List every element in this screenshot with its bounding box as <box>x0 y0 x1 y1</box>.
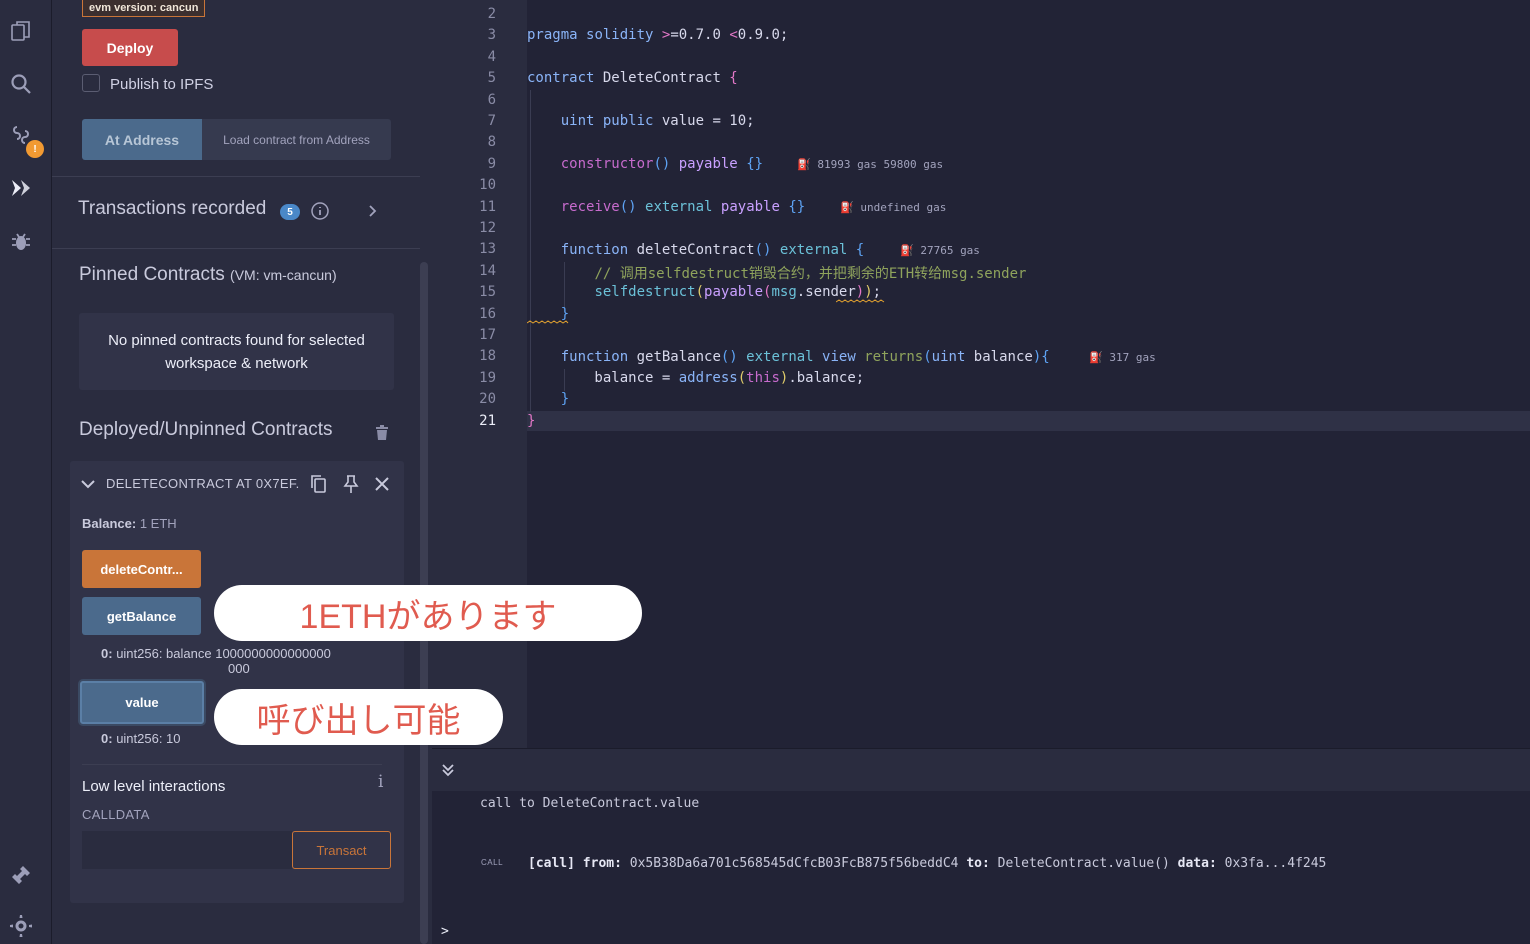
code-line-3: pragma solidity >=0.7.0 <0.9.0; <box>527 27 789 43</box>
line-number: 14 <box>479 262 496 279</box>
pin-icon[interactable] <box>341 474 361 494</box>
terminal-call-entry[interactable]: [call] from: 0x5B38Da6a701c568545dCfcB03… <box>528 856 1326 871</box>
code-line-14: // 调用selfdestruct销毁合约，并把剩余的ETH转给msg.send… <box>594 266 1027 282</box>
line-number: 15 <box>479 284 496 301</box>
code-line-5: contract DeleteContract { <box>527 70 738 86</box>
line-number: 5 <box>487 70 496 87</box>
debugger-icon[interactable] <box>8 228 34 254</box>
close-icon[interactable] <box>374 476 390 492</box>
get-balance-result: 0: uint256: balance 1000000000000000 <box>101 646 331 661</box>
pinned-empty-message: No pinned contracts found for selected w… <box>79 313 394 390</box>
at-address-button[interactable]: At Address <box>82 119 202 160</box>
divider <box>82 764 382 765</box>
deploy-run-icon[interactable] <box>8 175 34 201</box>
get-balance-result-cont: 000 <box>228 661 250 676</box>
info-icon[interactable]: i <box>378 772 383 792</box>
line-number: 3 <box>487 27 496 44</box>
code-line-18: function getBalance() external view retu… <box>560 349 1050 365</box>
line-number: 9 <box>487 155 496 172</box>
line-number: 8 <box>487 134 496 151</box>
active-line-highlight <box>527 411 1530 431</box>
line-number: 13 <box>479 241 496 258</box>
code-line-7: uint public value = 10; <box>560 113 755 129</box>
transactions-count-badge: 5 <box>280 204 300 220</box>
terminal-log-line: call to DeleteContract.value <box>480 796 700 811</box>
line-number: 6 <box>487 91 496 108</box>
deployed-contracts-title: Deployed/Unpinned Contracts <box>79 419 333 440</box>
line-number: 12 <box>479 220 496 236</box>
low-level-title: Low level interactions <box>82 778 226 795</box>
code-line-9: constructor() payable {} <box>560 156 764 172</box>
line-number: 11 <box>479 198 496 215</box>
code-line-21: } <box>527 413 536 429</box>
settings-gear-icon[interactable] <box>8 913 34 939</box>
line-number: 20 <box>479 391 496 408</box>
code-line-15: selfdestruct(payable(msg.sender)); <box>594 284 882 300</box>
copy-icon[interactable] <box>308 474 328 494</box>
terminal-toolbar <box>432 749 1530 791</box>
warning-squiggle <box>836 299 885 303</box>
line-number: 17 <box>479 327 496 343</box>
value-result: 0: uint256: 10 <box>101 731 181 746</box>
chevron-right-icon[interactable] <box>364 202 382 220</box>
gas-estimate-receive: ⛽ undefined gas <box>840 201 947 214</box>
evm-version-label: evm version: cancun <box>82 0 206 17</box>
info-icon[interactable] <box>310 201 330 221</box>
transact-button[interactable]: Transact <box>292 831 391 869</box>
instance-balance: Balance: 1 ETH <box>82 516 177 531</box>
chevron-double-down-icon[interactable] <box>440 762 456 778</box>
value-button[interactable]: value <box>80 681 204 724</box>
warning-squiggle <box>527 320 569 324</box>
line-number: 18 <box>479 348 496 365</box>
compiler-warning-badge: ! <box>26 140 44 158</box>
chevron-down-icon[interactable] <box>80 476 96 492</box>
callout-balance-annotation: 1ETHがあります <box>214 585 642 641</box>
load-address-input[interactable]: Load contract from Address <box>202 119 391 160</box>
call-tag: CALL <box>481 858 504 867</box>
divider <box>52 248 420 249</box>
trash-icon[interactable] <box>373 424 391 442</box>
line-number: 10 <box>479 177 496 194</box>
code-line-11: receive() external payable {} <box>560 199 806 215</box>
line-number: 4 <box>487 48 496 65</box>
gas-estimate-constructor: ⛽ 81993 gas 59800 gas <box>797 158 944 171</box>
icon-rail: ! <box>0 0 52 944</box>
contract-instance-name[interactable]: DELETECONTRACT AT 0X7EF. <box>106 476 300 491</box>
calldata-input[interactable] <box>82 831 292 869</box>
line-number: 19 <box>479 369 496 386</box>
line-number: 7 <box>487 113 496 129</box>
gas-estimate-getbalance: ⛽ 317 gas <box>1089 351 1156 364</box>
delete-contract-button[interactable]: deleteContr... <box>82 550 201 588</box>
calldata-label: CALLDATA <box>82 807 150 822</box>
code-line-13: function deleteContract() external { <box>560 242 865 258</box>
line-number: 2 <box>487 6 496 22</box>
callout-callable-annotation: 呼び出し可能 <box>214 689 503 745</box>
publish-ipfs-label: Publish to IPFS <box>110 76 214 93</box>
code-line-20: } <box>560 391 570 407</box>
line-number: 16 <box>479 305 496 322</box>
divider <box>52 176 420 177</box>
line-number: 21 <box>479 412 496 429</box>
gas-estimate-delete: ⛽ 27765 gas <box>900 244 980 257</box>
code-line-19: balance = address(this).balance; <box>527 370 865 386</box>
file-explorer-icon[interactable] <box>8 18 34 44</box>
terminal-prompt[interactable]: > <box>441 924 449 939</box>
transactions-recorded-title[interactable]: Transactions recorded <box>78 198 266 220</box>
get-balance-button[interactable]: getBalance <box>82 597 201 635</box>
search-icon[interactable] <box>8 71 34 97</box>
plugin-manager-icon[interactable] <box>8 862 34 888</box>
remix-ide: ! evm version: cancun Deploy Publish to … <box>0 0 1530 944</box>
pinned-contracts-title: Pinned Contracts (VM: vm-cancun) <box>79 264 337 285</box>
deploy-button[interactable]: Deploy <box>82 29 178 66</box>
publish-ipfs-checkbox[interactable] <box>82 74 100 92</box>
